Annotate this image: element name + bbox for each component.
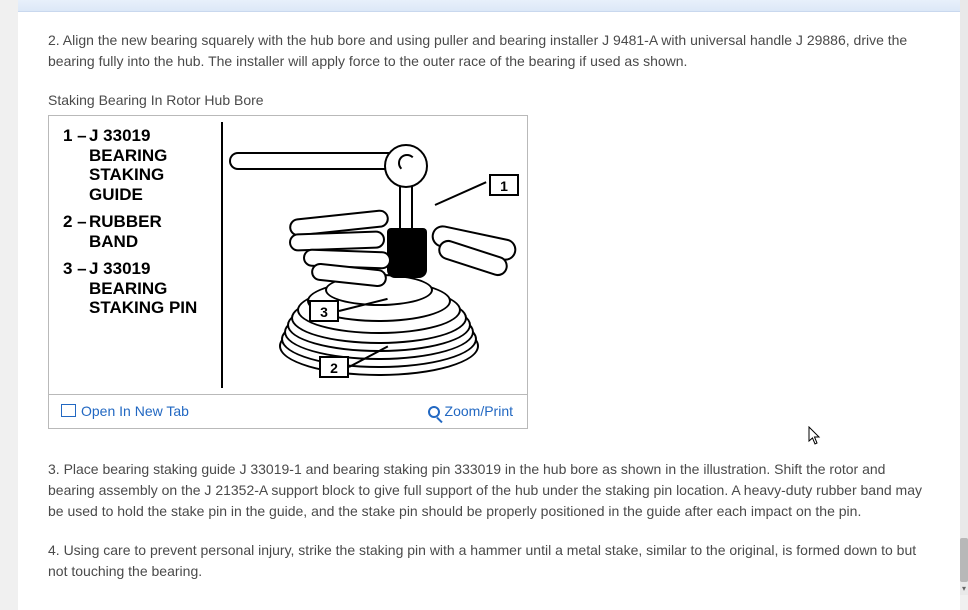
legend-num: 2 – — [63, 212, 89, 251]
vertical-scrollbar[interactable]: ▾ — [960, 0, 968, 595]
hand2-drawing — [431, 232, 521, 272]
new-tab-icon — [63, 406, 76, 417]
figure-action-bar: Open In New Tab Zoom/Print — [49, 394, 527, 428]
callout-1: 1 — [489, 174, 519, 196]
content-area: 2. Align the new bearing squarely with t… — [18, 30, 960, 582]
figure-image: 1 – J 33019 BEARING STAKING GUIDE 2 – RU… — [49, 116, 527, 394]
legend-item-1: 1 – J 33019 BEARING STAKING GUIDE — [63, 126, 213, 204]
open-in-new-tab-link[interactable]: Open In New Tab — [63, 401, 189, 422]
legend-text: J 33019 BEARING STAKING GUIDE — [89, 126, 213, 204]
zoom-print-label: Zoom/Print — [445, 401, 513, 422]
hammer-handle-drawing — [229, 152, 389, 170]
callout-3: 3 — [309, 300, 339, 322]
legend-item-3: 3 – J 33019 BEARING STAKING PIN — [63, 259, 213, 318]
legend-text: J 33019 BEARING STAKING PIN — [89, 259, 213, 318]
scrollbar-down-arrow[interactable]: ▾ — [960, 583, 968, 595]
legend-num: 1 – — [63, 126, 89, 204]
step-3-text: 3. Place bearing staking guide J 33019-1… — [48, 459, 930, 522]
open-in-new-tab-label: Open In New Tab — [81, 401, 189, 422]
callout-1-leader — [435, 181, 487, 206]
rotor-hub-drawing — [279, 274, 479, 370]
zoom-icon — [428, 406, 440, 418]
figure-container: 1 – J 33019 BEARING STAKING GUIDE 2 – RU… — [48, 115, 528, 429]
legend-text: RUBBER BAND — [89, 212, 213, 251]
legend-divider — [221, 122, 223, 388]
top-divider-bar — [18, 0, 960, 12]
hammer-head-drawing — [384, 144, 428, 188]
scrollbar-thumb[interactable] — [960, 538, 968, 582]
legend-item-2: 2 – RUBBER BAND — [63, 212, 213, 251]
legend-num: 3 – — [63, 259, 89, 318]
zoom-print-link[interactable]: Zoom/Print — [428, 401, 513, 422]
step-2-text: 2. Align the new bearing squarely with t… — [48, 30, 930, 72]
callout-2: 2 — [319, 356, 349, 378]
document-page: 2. Align the new bearing squarely with t… — [18, 0, 960, 610]
technical-illustration: 1 3 2 — [239, 124, 519, 386]
hand-drawing — [289, 214, 409, 284]
figure-legend: 1 – J 33019 BEARING STAKING GUIDE 2 – RU… — [63, 126, 213, 326]
figure-caption: Staking Bearing In Rotor Hub Bore — [48, 90, 930, 111]
step-4-text: 4. Using care to prevent personal injury… — [48, 540, 930, 582]
